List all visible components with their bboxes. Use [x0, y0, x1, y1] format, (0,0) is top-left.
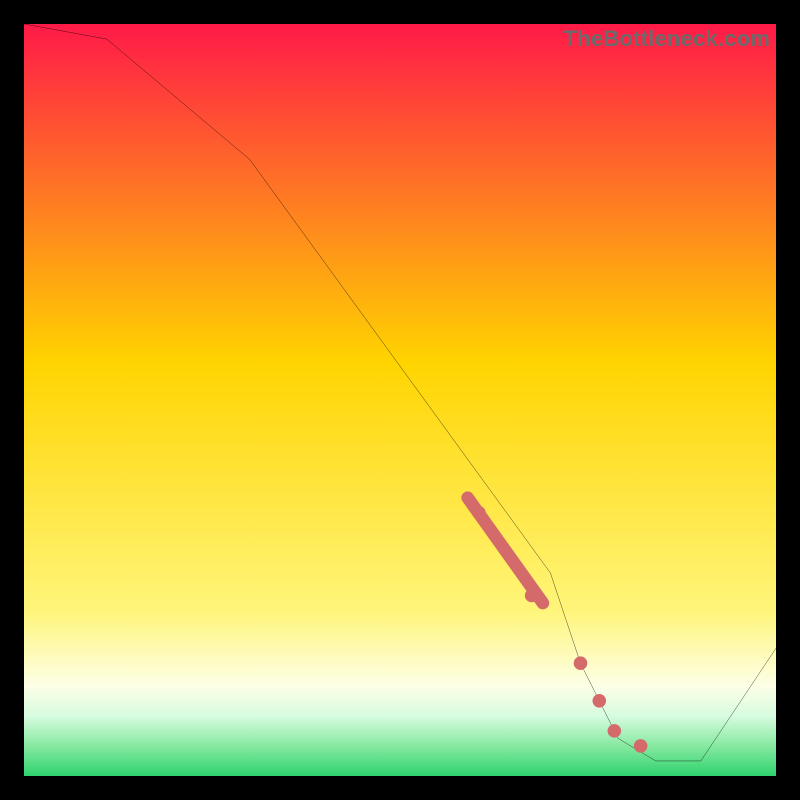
marker-cluster-segment-top [472, 506, 486, 520]
marker-cluster-segment-bottom [525, 589, 539, 603]
gradient-background [24, 24, 776, 776]
marker-point-d [634, 739, 648, 753]
chart-svg [24, 24, 776, 776]
marker-point-c [608, 724, 622, 738]
marker-point-a [574, 656, 588, 670]
marker-point-b [593, 694, 607, 708]
chart-frame: TheBottleneck.com [24, 24, 776, 776]
watermark-text: TheBottleneck.com [564, 26, 770, 52]
